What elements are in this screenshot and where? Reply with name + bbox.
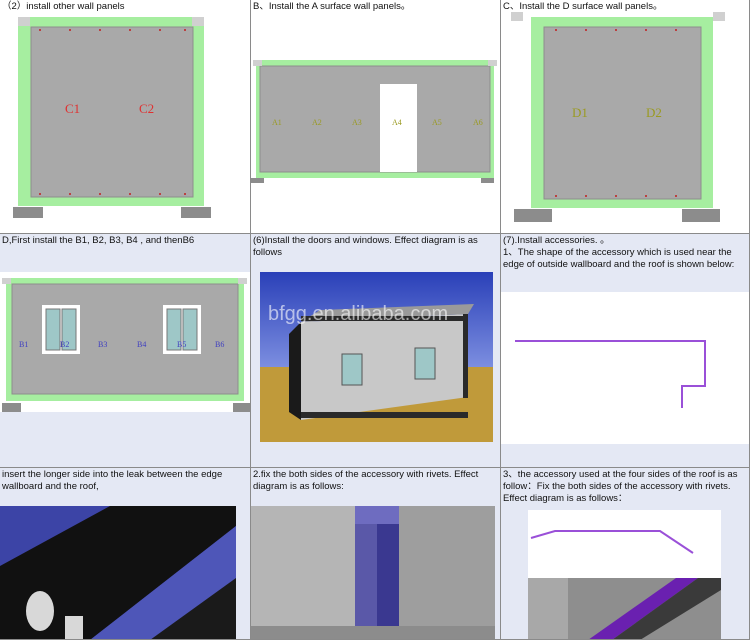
cell-caption: 3、the accessory used at the four sides o…: [503, 469, 738, 504]
panel-label-a4: A4: [392, 118, 402, 127]
d-panels-diagram: D1 D2: [511, 12, 725, 222]
cell-caption: 2.fix the both sides of the accessory wi…: [253, 469, 479, 492]
panel-label-c1: C1: [65, 101, 80, 116]
cell-fix-with-rivets: 2.fix the both sides of the accessory wi…: [251, 468, 501, 640]
accessory-shape-diagram: [501, 292, 749, 444]
panel-label-b4: B4: [137, 340, 146, 349]
panel-label-b6: B6: [215, 340, 224, 349]
panel-label-b5: B5: [177, 340, 186, 349]
cell-roof-four-sides: 3、the accessory used at the four sides o…: [501, 468, 750, 640]
panel-label-b2: B2: [60, 340, 69, 349]
panel-label-b1: B1: [19, 340, 28, 349]
cell-caption: (6)Install the doors and windows. Effect…: [253, 235, 478, 258]
cell-install-b-panels: D,First install the B1, B2, B3, B4 , and…: [0, 234, 251, 468]
panel-label-d1: D1: [572, 105, 588, 120]
cell-install-accessories: (7).Install accessories. 。 1、The shape o…: [501, 234, 750, 468]
roof-accessory-diagram: [528, 510, 721, 639]
cell-insert-longer-side: insert the longer side into the leak bet…: [0, 468, 251, 640]
panel-label-b3: B3: [98, 340, 107, 349]
panel-label-a1: A1: [272, 118, 282, 127]
a-panels-diagram: A1 A2 A3 A4 A5 A6: [251, 60, 497, 183]
instruction-grid: （2）install other wall panels C1 C2 B、Ins…: [0, 0, 750, 640]
panel-label-a5: A5: [432, 118, 442, 127]
cell-install-doors-windows: (6)Install the doors and windows. Effect…: [251, 234, 501, 468]
cell-caption: (7).Install accessories. 。 1、The shape o…: [503, 235, 746, 271]
cell-caption: insert the longer side into the leak bet…: [2, 469, 223, 492]
insert-accessory-render: [0, 506, 236, 639]
rivet-fix-render: [251, 506, 495, 639]
caption-line: (7).Install accessories. 。: [503, 235, 610, 246]
watermark-text: bfgg.en.alibaba.com: [268, 303, 448, 325]
container-house-render: bfgg.en.alibaba.com: [260, 272, 493, 442]
panel-label-a3: A3: [352, 118, 362, 127]
cell-install-a-surface: B、Install the A surface wall panels。 A1 …: [251, 0, 501, 234]
panel-label-c2: C2: [139, 101, 154, 116]
caption-line: 1、The shape of the accessory which is us…: [503, 247, 735, 270]
cell-install-d-surface: C、Install the D surface wall panels。 D1 …: [501, 0, 750, 234]
cell-install-other-wall-panels: （2）install other wall panels C1 C2: [0, 0, 251, 234]
panel-label-a2: A2: [312, 118, 322, 127]
b-panels-diagram: B1 B2 B3 B4 B5 B6: [0, 272, 250, 412]
panel-label-d2: D2: [646, 105, 662, 120]
panel-label-a6: A6: [473, 118, 483, 127]
c-panels-diagram: C1 C2: [13, 17, 211, 218]
